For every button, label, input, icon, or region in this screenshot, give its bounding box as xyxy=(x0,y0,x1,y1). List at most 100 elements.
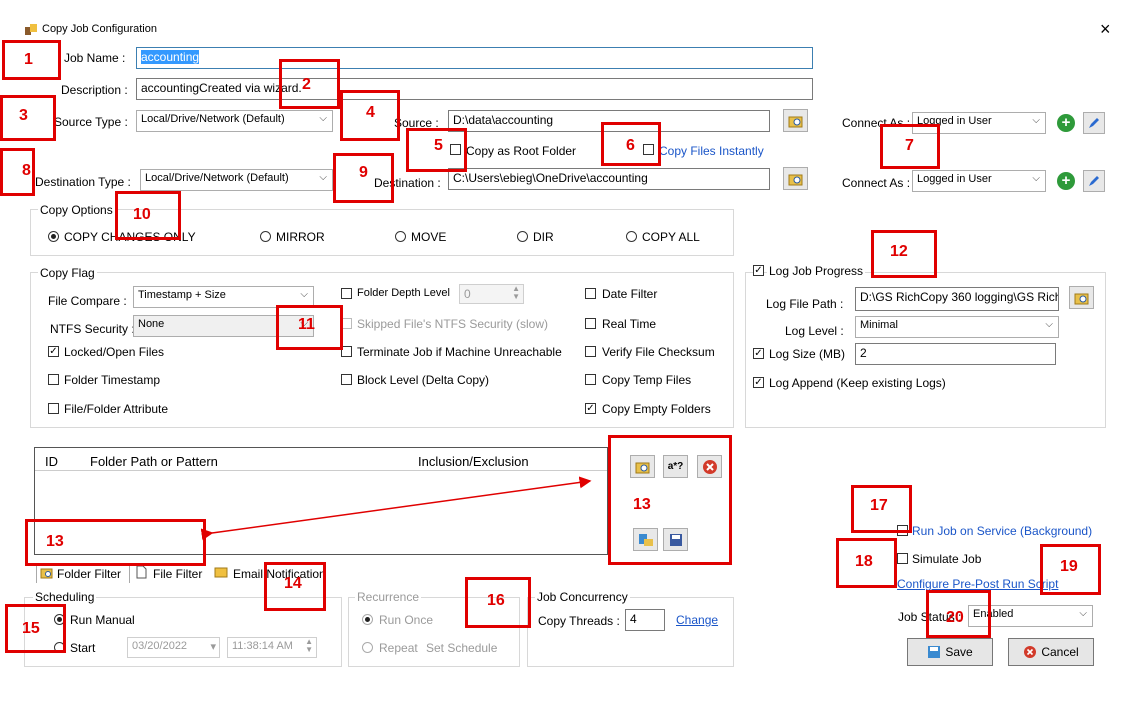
annotation-number: 13 xyxy=(46,533,64,550)
source-type-value: Local/Drive/Network (Default) xyxy=(141,113,285,125)
column-folder-path[interactable]: Folder Path or Pattern xyxy=(90,454,218,469)
folder-depth-checkbox[interactable] xyxy=(341,288,352,299)
run-manual-label: Run Manual xyxy=(70,613,135,627)
radio-copy-all[interactable] xyxy=(626,231,637,242)
source-type-select[interactable]: Local/Drive/Network (Default) ⌵ xyxy=(136,110,333,132)
scheduling-title: Scheduling xyxy=(33,590,97,604)
annotation-box-13-right xyxy=(608,435,732,565)
close-icon[interactable]: × xyxy=(1100,19,1111,40)
log-progress-title: Log Job Progress xyxy=(767,264,866,278)
log-level-select[interactable]: Minimal ⌵ xyxy=(855,316,1059,338)
radio-copy-changes-only[interactable] xyxy=(48,231,59,242)
real-time-checkbox[interactable] xyxy=(585,318,596,329)
run-once-label: Run Once xyxy=(379,613,434,627)
job-name-input[interactable]: accounting xyxy=(136,47,813,69)
destination-browse-button[interactable] xyxy=(783,167,808,190)
calendar-icon[interactable]: ▾ xyxy=(210,640,216,653)
locked-open-label: Locked/Open Files xyxy=(64,345,165,359)
annotation-box-3 xyxy=(0,95,56,141)
start-date-value: 03/20/2022 xyxy=(132,640,188,652)
copy-temp-checkbox[interactable] xyxy=(585,374,596,385)
log-append-checkbox[interactable]: ✓ xyxy=(753,377,764,388)
copy-empty-label: Copy Empty Folders xyxy=(602,402,711,416)
annotation-number: 19 xyxy=(1060,558,1078,575)
log-progress-checkbox[interactable]: ✓ xyxy=(753,265,764,276)
ntfs-security-value: None xyxy=(138,318,165,330)
save-button[interactable]: Save xyxy=(907,638,993,666)
folder-depth-input[interactable]: 0 ▲ ▼ xyxy=(459,284,524,304)
spinner-icon[interactable]: ▲ ▼ xyxy=(512,285,520,301)
simulate-job-checkbox[interactable] xyxy=(897,553,908,564)
folder-search-icon xyxy=(40,568,53,579)
radio-dir[interactable] xyxy=(517,231,528,242)
verify-checksum-label: Verify File Checksum xyxy=(602,345,715,359)
copy-as-root-label: Copy as Root Folder xyxy=(466,144,577,158)
radio-mirror[interactable] xyxy=(260,231,271,242)
destination-path-input[interactable]: C:\Users\ebieg\OneDrive\accounting xyxy=(448,168,770,190)
spinner-icon[interactable]: ▲ ▼ xyxy=(305,638,313,654)
source-browse-button[interactable] xyxy=(783,109,808,132)
destination-type-select[interactable]: Local/Drive/Network (Default) ⌵ xyxy=(140,169,333,191)
annotation-number: 12 xyxy=(890,243,908,260)
copy-threads-input[interactable]: 4 xyxy=(625,609,665,631)
date-filter-checkbox[interactable] xyxy=(585,288,596,299)
locked-open-checkbox[interactable]: ✓ xyxy=(48,346,59,357)
change-threads-link[interactable]: Change xyxy=(676,613,718,627)
log-size-checkbox[interactable]: ✓ xyxy=(753,348,764,359)
log-level-value: Minimal xyxy=(860,319,898,331)
folder-timestamp-checkbox[interactable] xyxy=(48,374,59,385)
column-id[interactable]: ID xyxy=(45,454,58,469)
log-path-input[interactable]: D:\GS RichCopy 360 logging\GS Rich xyxy=(855,287,1059,311)
file-compare-label: File Compare : xyxy=(48,294,127,308)
annotation-number: 10 xyxy=(133,206,151,223)
cancel-button[interactable]: Cancel xyxy=(1008,638,1094,666)
add-credential-icon[interactable]: + xyxy=(1057,114,1075,132)
copy-options-title: Copy Options xyxy=(38,203,115,217)
radio-move[interactable] xyxy=(395,231,406,242)
copy-temp-label: Copy Temp Files xyxy=(602,373,692,387)
edit-credential-button[interactable] xyxy=(1083,112,1105,134)
annotation-number: 17 xyxy=(870,497,888,514)
description-input[interactable]: accountingCreated via wizard. xyxy=(136,78,813,100)
save-icon xyxy=(928,646,941,658)
mirror-label: MIRROR xyxy=(276,230,325,244)
recurrence-title: Recurrence xyxy=(355,590,422,604)
window-icon xyxy=(24,22,38,36)
repeat-label: Repeat xyxy=(379,641,418,655)
chevron-down-icon: ⌵ xyxy=(1079,608,1087,619)
column-inclusion-exclusion[interactable]: Inclusion/Exclusion xyxy=(418,454,529,469)
tab-folder-filter-label: Folder Filter xyxy=(57,567,122,581)
job-name-label: Job Name : xyxy=(64,51,126,65)
chevron-down-icon: ⌵ xyxy=(1032,115,1040,126)
annotation-number: 6 xyxy=(626,137,635,154)
annotation-number: 7 xyxy=(905,137,914,154)
file-folder-attr-checkbox[interactable] xyxy=(48,403,59,414)
run-on-service-label[interactable]: Run Job on Service (Background) xyxy=(912,524,1092,538)
start-time-value: 11:38:14 AM xyxy=(232,640,293,652)
add-credential-icon[interactable]: + xyxy=(1057,172,1075,190)
verify-checksum-checkbox[interactable] xyxy=(585,346,596,357)
source-type-label: Source Type : xyxy=(54,115,128,129)
tab-file-filter[interactable]: File Filter xyxy=(153,567,202,581)
start-time-input[interactable]: 11:38:14 AM ▲ ▼ xyxy=(227,637,317,658)
destination-type-label: Destination Type : xyxy=(35,175,131,189)
edit-credential-button[interactable] xyxy=(1083,170,1105,192)
log-size-label: Log Size (MB) xyxy=(769,347,846,361)
log-size-input[interactable]: 2 xyxy=(855,343,1056,365)
simulate-job-label: Simulate Job xyxy=(912,552,982,566)
folder-search-icon xyxy=(788,174,802,185)
start-label: Start xyxy=(70,641,96,655)
configure-script-link[interactable]: Configure Pre-Post Run Script xyxy=(897,577,1058,591)
radio-run-once xyxy=(362,614,373,625)
copy-instantly-label[interactable]: Copy Files Instantly xyxy=(659,144,764,158)
skipped-ntfs-label: Skipped File's NTFS Security (slow) xyxy=(357,317,549,331)
description-label: Description : xyxy=(61,83,128,97)
copy-empty-checkbox[interactable]: ✓ xyxy=(585,403,596,414)
folder-search-icon xyxy=(1074,293,1088,304)
annotation-number: 14 xyxy=(284,575,302,592)
log-path-browse-button[interactable] xyxy=(1069,286,1094,309)
start-date-input[interactable]: 03/20/2022 ▾ xyxy=(127,637,220,658)
destination-connect-select[interactable]: Logged in User ⌵ xyxy=(912,170,1046,192)
block-level-checkbox[interactable] xyxy=(341,374,352,385)
concurrency-title: Job Concurrency xyxy=(535,590,630,604)
